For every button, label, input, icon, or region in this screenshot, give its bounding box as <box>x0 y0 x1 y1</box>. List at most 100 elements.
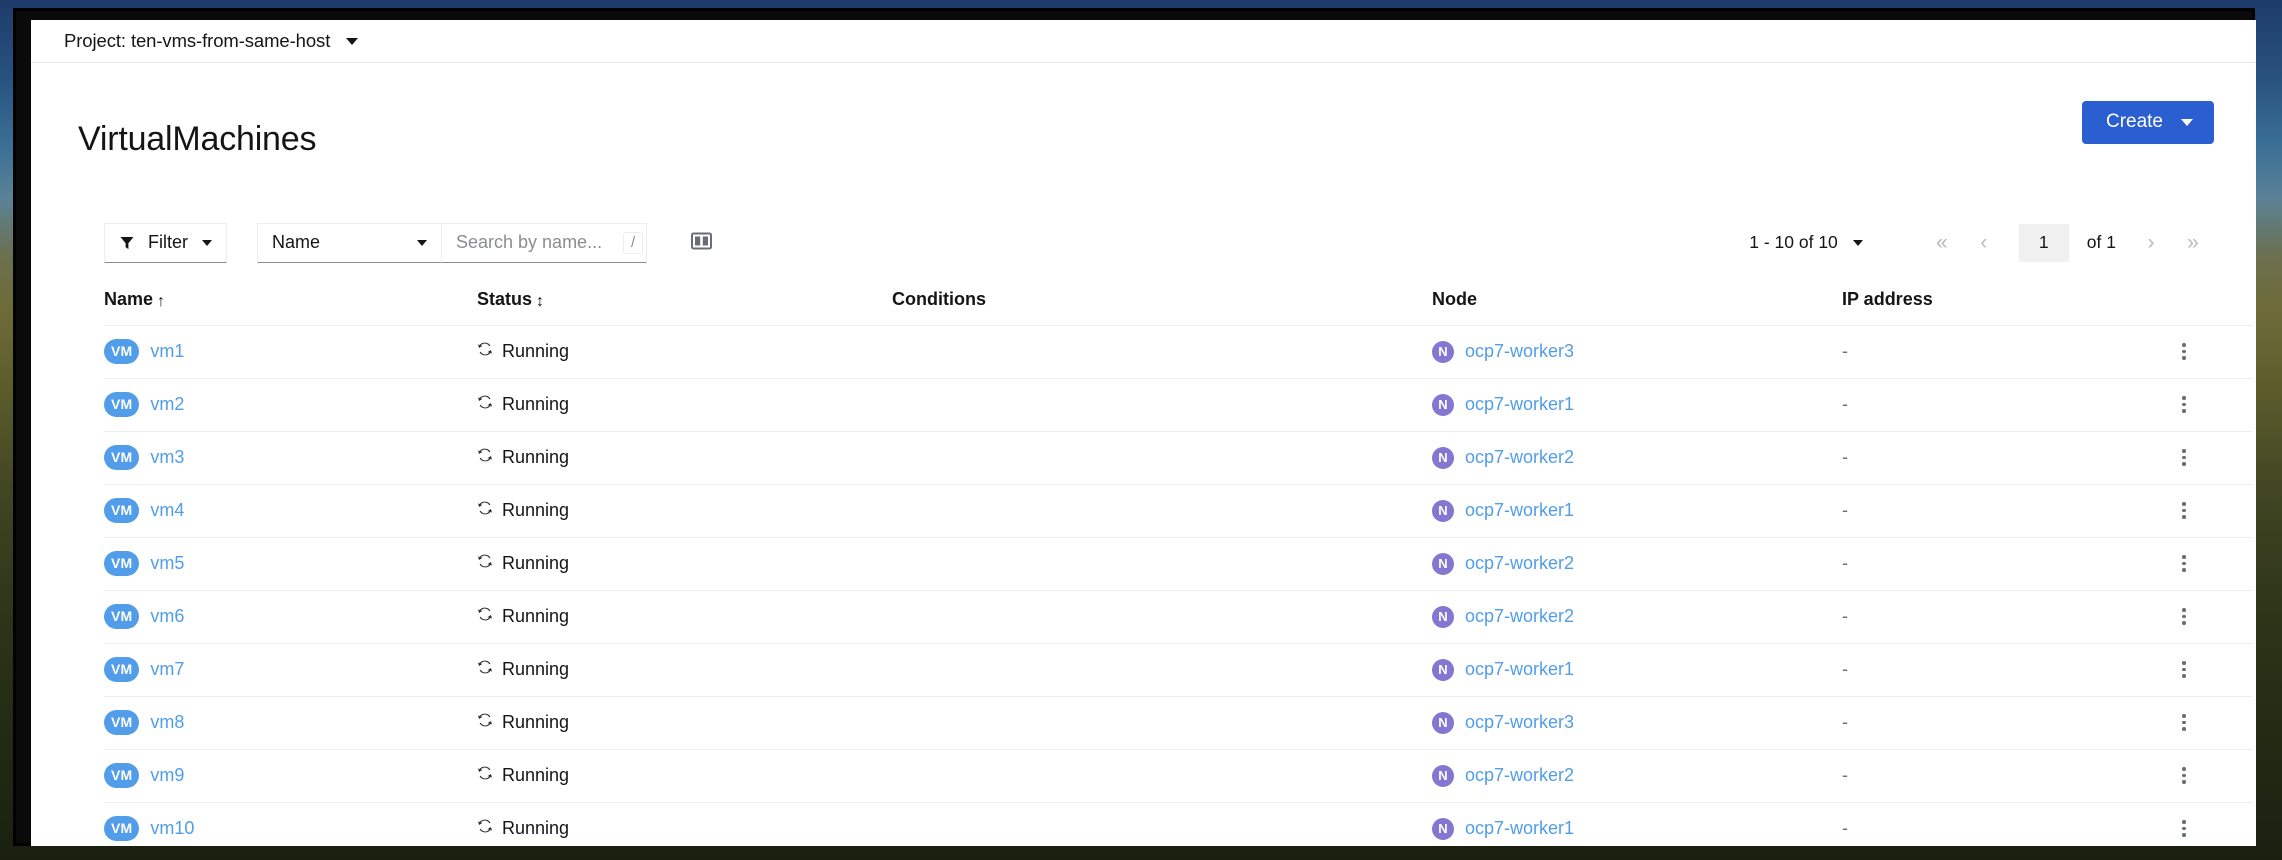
column-header-actions <box>2172 289 2252 326</box>
node-name-link[interactable]: ocp7-worker3 <box>1465 341 1574 362</box>
vm-name-link[interactable]: vm10 <box>150 818 194 839</box>
kebab-menu-icon[interactable] <box>2172 496 2196 525</box>
kebab-menu-icon[interactable] <box>2172 390 2196 419</box>
page-navigation: « ‹ of 1 › » <box>1921 224 2214 262</box>
pagination-range-label: 1 - 10 of 10 <box>1749 232 1838 253</box>
cell-name: VMvm2 <box>104 378 477 431</box>
node-name-link[interactable]: ocp7-worker1 <box>1465 818 1574 839</box>
cell-node: Nocp7-worker1 <box>1432 378 1842 431</box>
kebab-menu-icon[interactable] <box>2172 708 2196 737</box>
chevron-down-icon <box>2181 119 2193 126</box>
cell-node: Nocp7-worker3 <box>1432 325 1842 378</box>
cell-status: Running <box>477 325 892 378</box>
cell-actions <box>2172 378 2252 431</box>
filter-dropdown[interactable]: Filter <box>104 223 227 263</box>
vm-name-link[interactable]: vm5 <box>150 553 184 574</box>
sync-icon <box>477 712 493 733</box>
cell-ip-address: - <box>1842 590 2172 643</box>
ip-address-value: - <box>1842 500 1848 520</box>
node-badge: N <box>1432 712 1454 734</box>
table-row: VMvm6RunningNocp7-worker2- <box>104 590 2252 643</box>
columns-icon <box>691 232 712 253</box>
vm-badge: VM <box>104 339 139 364</box>
cell-conditions <box>892 484 1432 537</box>
node-name-link[interactable]: ocp7-worker2 <box>1465 553 1574 574</box>
ip-address-value: - <box>1842 659 1848 679</box>
first-page-button[interactable]: « <box>1921 232 1963 253</box>
vm-name-link[interactable]: vm1 <box>150 341 184 362</box>
vm-badge: VM <box>104 498 139 523</box>
node-name-link[interactable]: ocp7-worker1 <box>1465 659 1574 680</box>
vm-badge: VM <box>104 445 139 470</box>
cell-status: Running <box>477 378 892 431</box>
page-title: VirtualMachines <box>78 122 316 156</box>
node-name-link[interactable]: ocp7-worker2 <box>1465 765 1574 786</box>
next-page-button[interactable]: › <box>2130 232 2172 253</box>
cell-status: Running <box>477 590 892 643</box>
status-label: Running <box>502 394 569 415</box>
chevron-down-icon <box>346 38 358 45</box>
kebab-menu-icon[interactable] <box>2172 761 2196 790</box>
cell-node: Nocp7-worker1 <box>1432 802 1842 846</box>
previous-page-button[interactable]: ‹ <box>1963 232 2005 253</box>
kebab-menu-icon[interactable] <box>2172 549 2196 578</box>
kebab-menu-icon[interactable] <box>2172 655 2196 684</box>
table-toolbar: Filter Name / <box>31 223 2256 263</box>
vm-name-link[interactable]: vm7 <box>150 659 184 680</box>
sync-icon <box>477 765 493 786</box>
manage-columns-button[interactable] <box>687 228 716 257</box>
status-label: Running <box>502 447 569 468</box>
page-number-input[interactable] <box>2019 224 2069 262</box>
node-name-link[interactable]: ocp7-worker3 <box>1465 712 1574 733</box>
cell-ip-address: - <box>1842 325 2172 378</box>
node-badge: N <box>1432 606 1454 628</box>
virtualmachines-table: Name↑ Status↕ Conditions Node IP address… <box>104 289 2252 846</box>
last-page-button[interactable]: » <box>2172 232 2214 253</box>
vm-name-link[interactable]: vm2 <box>150 394 184 415</box>
node-badge: N <box>1432 500 1454 522</box>
cell-conditions <box>892 537 1432 590</box>
vm-name-link[interactable]: vm3 <box>150 447 184 468</box>
vm-name-link[interactable]: vm9 <box>150 765 184 786</box>
kebab-menu-icon[interactable] <box>2172 814 2196 843</box>
cell-conditions <box>892 325 1432 378</box>
page-total-label: of 1 <box>2087 232 2116 253</box>
sync-icon <box>477 447 493 468</box>
create-button[interactable]: Create <box>2082 101 2214 144</box>
column-header-node: Node <box>1432 289 1842 326</box>
node-name-link[interactable]: ocp7-worker2 <box>1465 606 1574 627</box>
table-row: VMvm9RunningNocp7-worker2- <box>104 749 2252 802</box>
sync-icon <box>477 394 493 415</box>
vm-name-link[interactable]: vm4 <box>150 500 184 521</box>
cell-status: Running <box>477 537 892 590</box>
cell-ip-address: - <box>1842 696 2172 749</box>
node-name-link[interactable]: ocp7-worker2 <box>1465 447 1574 468</box>
node-badge: N <box>1432 765 1454 787</box>
column-header-status[interactable]: Status↕ <box>477 289 892 326</box>
node-badge: N <box>1432 553 1454 575</box>
node-badge: N <box>1432 394 1454 416</box>
filter-dropdown-label: Filter <box>148 232 188 253</box>
vm-badge: VM <box>104 657 139 682</box>
node-name-link[interactable]: ocp7-worker1 <box>1465 500 1574 521</box>
table-row: VMvm10RunningNocp7-worker1- <box>104 802 2252 846</box>
vm-name-link[interactable]: vm6 <box>150 606 184 627</box>
per-page-dropdown[interactable]: 1 - 10 of 10 <box>1749 232 1863 253</box>
search-input[interactable] <box>454 231 623 254</box>
cell-node: Nocp7-worker1 <box>1432 484 1842 537</box>
cell-conditions <box>892 431 1432 484</box>
kebab-menu-icon[interactable] <box>2172 337 2196 366</box>
kebab-menu-icon[interactable] <box>2172 602 2196 631</box>
vm-name-link[interactable]: vm8 <box>150 712 184 733</box>
column-header-name[interactable]: Name↑ <box>104 289 477 326</box>
ip-address-value: - <box>1842 818 1848 838</box>
page-header: VirtualMachines Create <box>31 63 2256 179</box>
kebab-menu-icon[interactable] <box>2172 443 2196 472</box>
cell-ip-address: - <box>1842 484 2172 537</box>
project-selector[interactable]: Project: ten-vms-from-same-host <box>64 30 358 52</box>
cell-name: VM vm4 <box>104 484 477 537</box>
search-attribute-select[interactable]: Name <box>257 223 442 263</box>
node-name-link[interactable]: ocp7-worker1 <box>1465 394 1574 415</box>
ip-address-value: - <box>1842 341 1848 361</box>
cell-actions <box>2172 537 2252 590</box>
